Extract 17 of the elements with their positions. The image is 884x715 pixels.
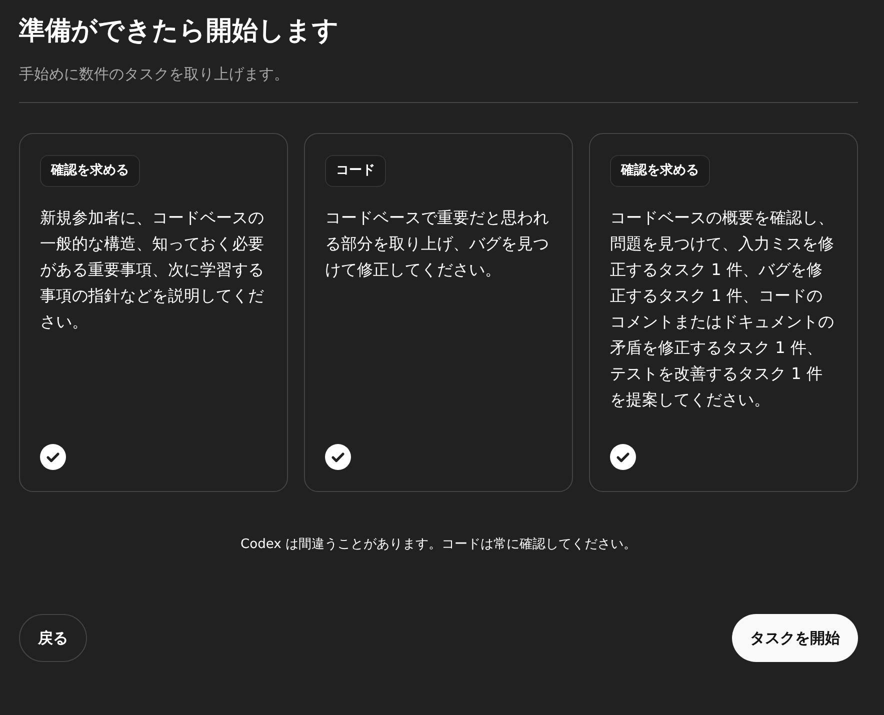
checkmark-icon[interactable] xyxy=(610,444,636,470)
task-description: 新規参加者に、コードベースの一般的な構造、知っておく必要がある重要事項、次に学習する事項の指針などを説明してください。 xyxy=(40,207,265,333)
checkmark-icon[interactable] xyxy=(40,444,66,470)
task-card[interactable]: コード コードベースで重要だと思われる部分を取り上げ、バグを見つけて修正してください。 xyxy=(304,133,573,492)
task-card[interactable]: 確認を求める コードベースの概要を確認し、問題を見つけて、入力ミスを修正するタスク 1 件、バグを修正するタスク 1 件、コードのコメントまたはドキュメントの矛盾を修正するタスク 1 件、テストを改善するタスク 1 件を提案してください。 xyxy=(589,133,858,492)
task-description: コードベースで重要だと思われる部分を取り上げ、バグを見つけて修正してください。 xyxy=(325,207,550,281)
category-tag: コード xyxy=(325,155,386,187)
category-tag: 確認を求める xyxy=(40,155,140,187)
task-description: コードベースの概要を確認し、問題を見つけて、入力ミスを修正するタスク 1 件、バグを修正するタスク 1 件、コードのコメントまたはドキュメントの矛盾を修正するタスク 1 件、テストを改善するタスク 1 件を提案してください。 xyxy=(610,207,835,411)
checkmark-icon[interactable] xyxy=(325,444,351,470)
back-button[interactable]: 戻る xyxy=(19,614,87,662)
disclaimer-text: Codex は間違うことがあります。コードは常に確認してください。 xyxy=(240,536,636,553)
category-tag: 確認を求める xyxy=(610,155,710,187)
task-card[interactable]: 確認を求める 新規参加者に、コードベースの一般的な構造、知っておく必要がある重要事項、次に学習する事項の指針などを説明してください。 xyxy=(19,133,288,492)
page-title: 準備ができたら開始します xyxy=(19,15,340,48)
start-tasks-button[interactable]: タスクを開始 xyxy=(732,614,858,662)
page-subtitle: 手始めに数件のタスクを取り上げます。 xyxy=(19,64,289,84)
